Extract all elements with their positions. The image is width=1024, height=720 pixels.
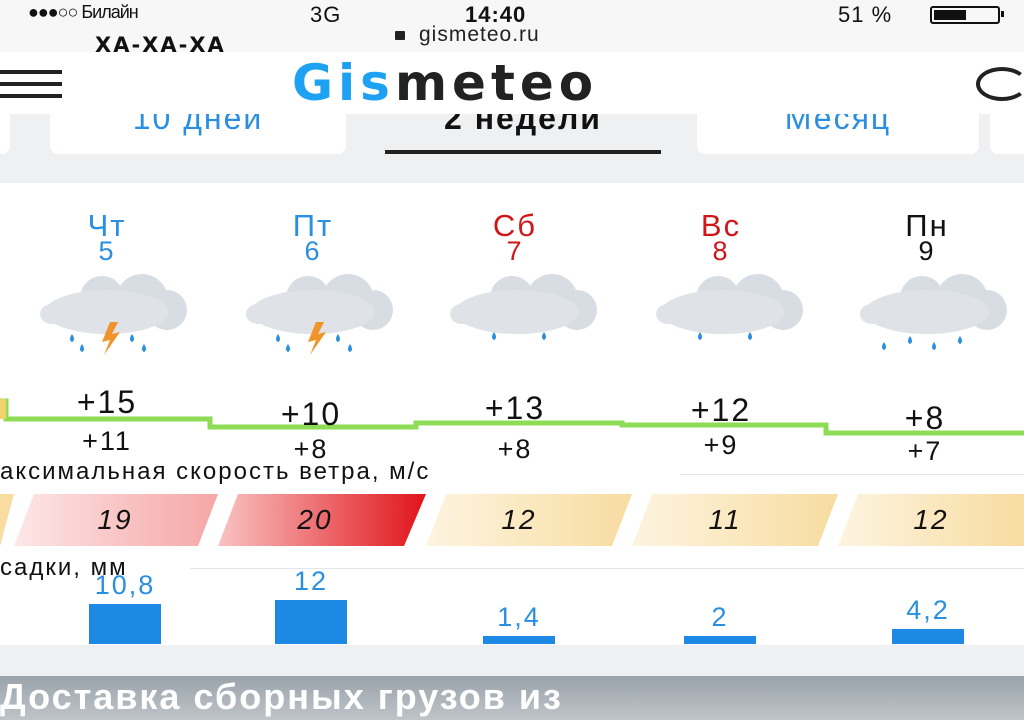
day-date: 9	[918, 236, 936, 266]
temp-max: +12	[690, 392, 752, 428]
wind-value: 12	[913, 504, 949, 535]
carrier: ●●●○○ Билайн	[28, 2, 139, 22]
cloud-rain-icon	[450, 274, 597, 340]
network-type: 3G	[310, 2, 342, 27]
temp-min: +8	[497, 434, 533, 464]
hamburger-menu-icon[interactable]	[0, 70, 64, 98]
thunderstorm-rain-icon	[40, 274, 187, 355]
lock-icon	[395, 31, 405, 40]
temp-min: +11	[82, 426, 132, 456]
weather-icons-row	[40, 274, 1007, 355]
temp-max: +15	[76, 384, 138, 420]
precip-value: 10,8	[94, 570, 156, 600]
precip-bar	[684, 636, 756, 644]
address-bar[interactable]: gismeteo.ru	[395, 23, 540, 47]
divider	[680, 474, 1024, 475]
url-text: gismeteo.ru	[419, 23, 540, 46]
thunderstorm-rain-icon	[246, 274, 393, 355]
precip-bar	[89, 604, 161, 644]
battery-icon	[930, 6, 1004, 24]
tab-2-weeks[interactable]: 2 недели	[385, 114, 661, 154]
promo-text: Доставка сборных грузов из	[0, 676, 563, 717]
gismeteo-logo[interactable]: Gismeteo	[292, 52, 598, 114]
temp-max: +8	[904, 400, 946, 436]
cloud-rain-icon	[656, 274, 803, 340]
precip-value: 1,4	[497, 602, 541, 632]
temp-max: +10	[280, 396, 342, 432]
wind-value: 20	[297, 504, 333, 535]
promo-banner[interactable]: Доставка сборных грузов из	[0, 676, 1024, 720]
precip-bar	[892, 629, 964, 644]
tab-month[interactable]: Месяц	[697, 114, 979, 154]
temp-max: +13	[484, 390, 546, 426]
precip-bar	[483, 636, 555, 644]
battery-percent: 51 %	[838, 2, 893, 27]
active-tab-indicator	[385, 150, 661, 154]
precip-value: 4,2	[906, 595, 950, 625]
temp-min: +9	[703, 430, 739, 460]
day-date: 5	[98, 236, 116, 266]
precip-bar	[275, 600, 347, 644]
wind-section-label: аксимальная скорость ветра, м/с	[0, 458, 431, 485]
day-date: 6	[304, 236, 322, 266]
tab-edge	[990, 114, 1024, 154]
precip-value: 12	[293, 566, 329, 596]
site-header: Gismeteo	[0, 52, 1024, 114]
wind-value: 19	[97, 504, 133, 535]
temp-min: +7	[907, 436, 943, 466]
tab-edge	[0, 114, 10, 154]
wind-value: 12	[501, 504, 537, 535]
status-bar: ●●●○○ Билайн 3G 14:40 51 % ХА-ХА-ХА gism…	[0, 0, 1024, 57]
day-date: 7	[506, 236, 524, 266]
wind-value: 11	[708, 504, 742, 535]
cloud-rain-icon	[860, 274, 1007, 350]
tab-10-days[interactable]: 10 дней	[50, 114, 346, 154]
precip-value: 2	[711, 602, 729, 632]
search-icon[interactable]	[976, 67, 1024, 101]
day-date: 8	[712, 236, 730, 266]
